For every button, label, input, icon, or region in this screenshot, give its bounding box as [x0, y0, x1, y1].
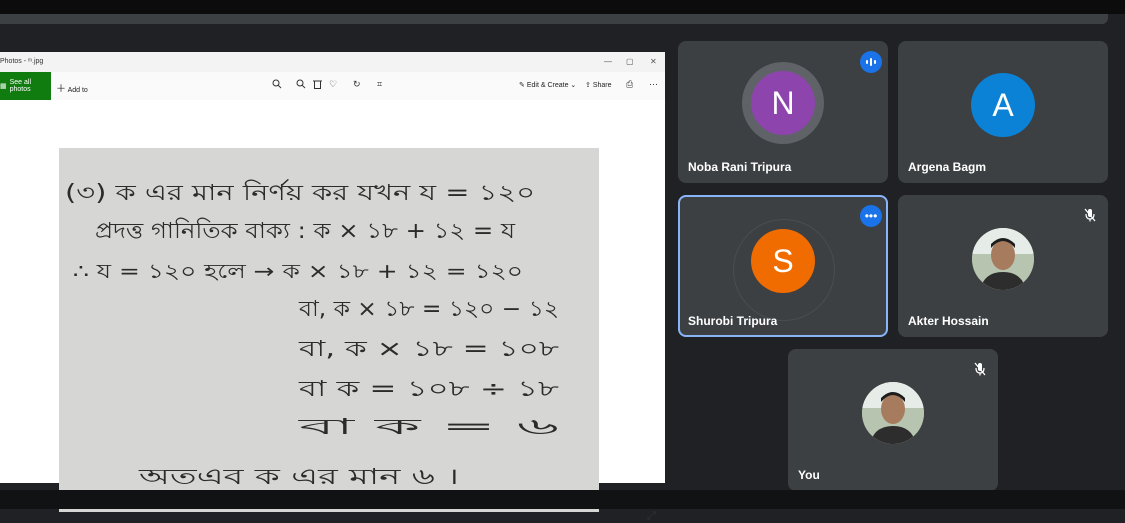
participant-photo: [862, 382, 924, 444]
more-options-button[interactable]: •••: [860, 205, 882, 227]
chevron-down-icon: ⌄: [570, 82, 577, 89]
more-options-icon: •••: [864, 209, 878, 223]
mic-off-icon: [970, 359, 990, 379]
handwritten-line: বা, ক × ১৮ = ১০৮: [298, 337, 559, 362]
delete-icon[interactable]: [313, 79, 322, 91]
add-to-label: Add to: [67, 87, 88, 94]
photos-icon: ▦: [0, 83, 7, 90]
close-button[interactable]: ✕: [650, 57, 657, 66]
avatar: A: [971, 73, 1035, 137]
plus-icon: ＋: [56, 84, 66, 95]
participant-photo: [972, 228, 1034, 290]
photos-toolbar: ▦ See all photos ＋ Add to ♡ ↻ ⌗ ✎ Edit &…: [0, 72, 665, 100]
handwritten-line: অতএব ক এর মান ৬ ।: [137, 465, 459, 490]
share-icon: ⇪: [585, 82, 591, 89]
handwritten-line: ∴ য = ১২০ হলে → ক × ১৮ + ১২ = ১২০: [73, 259, 523, 283]
shared-screen-photos-window: Photos - ᵐ.jpg — ▢ ✕ ▦ See all photos ＋ …: [0, 52, 665, 522]
favorite-icon[interactable]: ♡: [329, 79, 337, 90]
avatar: N: [751, 71, 815, 135]
participant-name: You: [798, 468, 820, 482]
handwritten-line: বা ক = ৬: [296, 415, 559, 440]
speaking-indicator-icon: [860, 51, 882, 73]
more-icon[interactable]: ⋯: [649, 79, 658, 90]
photo-viewer: (৩) ক এর মান নির্ণয় কর যখন য = ১২০ প্রদত…: [0, 100, 665, 522]
participant-tile-you[interactable]: You: [788, 349, 998, 491]
handwritten-math-photo: (৩) ক এর মান নির্ণয় কর যখন য = ১২০ প্রদত…: [59, 148, 599, 512]
minimize-button[interactable]: —: [604, 57, 612, 66]
photos-titlebar: Photos - ᵐ.jpg — ▢ ✕: [0, 52, 665, 72]
participant-name: Noba Rani Tripura: [688, 160, 792, 174]
see-all-photos-label: See all photos: [9, 79, 32, 93]
rotate-icon[interactable]: ↻: [353, 79, 361, 90]
mic-off-icon: [1080, 205, 1100, 225]
handwritten-line: বা ক = ১০৮ ÷ ১৮: [298, 377, 559, 402]
meet-top-bar: [0, 14, 1108, 24]
top-strip: [0, 0, 1125, 14]
avatar: S: [751, 229, 815, 293]
participant-tile-argena[interactable]: A Argena Bagm: [898, 41, 1108, 183]
participant-name: Shurobi Tripura: [688, 314, 778, 328]
bottom-strip: [0, 490, 1125, 509]
participant-name: Argena Bagm: [908, 160, 987, 174]
participant-tile-akter[interactable]: Akter Hossain: [898, 195, 1108, 337]
participant-name: Akter Hossain: [908, 314, 989, 328]
share-button[interactable]: ⇪ Share: [585, 81, 612, 89]
edit-create-button[interactable]: ✎ Edit & Create ⌄: [519, 81, 576, 89]
participant-tile-shurobi[interactable]: S ••• Shurobi Tripura: [678, 195, 888, 337]
edit-create-label: Edit & Create: [526, 82, 569, 89]
edit-create-icon: ✎: [519, 82, 525, 89]
window-title: Photos - ᵐ.jpg: [0, 58, 44, 65]
maximize-button[interactable]: ▢: [626, 57, 634, 66]
expand-icon[interactable]: ⤢: [647, 510, 656, 523]
share-label: Share: [592, 82, 612, 89]
participant-tile-noba[interactable]: N Noba Rani Tripura: [678, 41, 888, 183]
zoom-out-icon[interactable]: [296, 79, 306, 91]
add-to-button[interactable]: ＋ Add to: [56, 80, 88, 95]
zoom-in-icon[interactable]: [272, 79, 282, 91]
handwritten-line: (৩) ক এর মান নির্ণয় কর যখন য = ১২০: [65, 179, 535, 206]
crop-icon[interactable]: ⌗: [377, 79, 382, 90]
see-all-photos-button[interactable]: ▦ See all photos: [0, 72, 51, 100]
handwritten-line: প্রদত্ত গানিতিক বাক্য : ক × ১৮ + ১২ = য: [95, 218, 515, 244]
print-icon[interactable]: ⎙: [626, 79, 633, 90]
handwritten-line: বা, ক × ১৮ = ১২০ − ১২: [298, 297, 559, 322]
